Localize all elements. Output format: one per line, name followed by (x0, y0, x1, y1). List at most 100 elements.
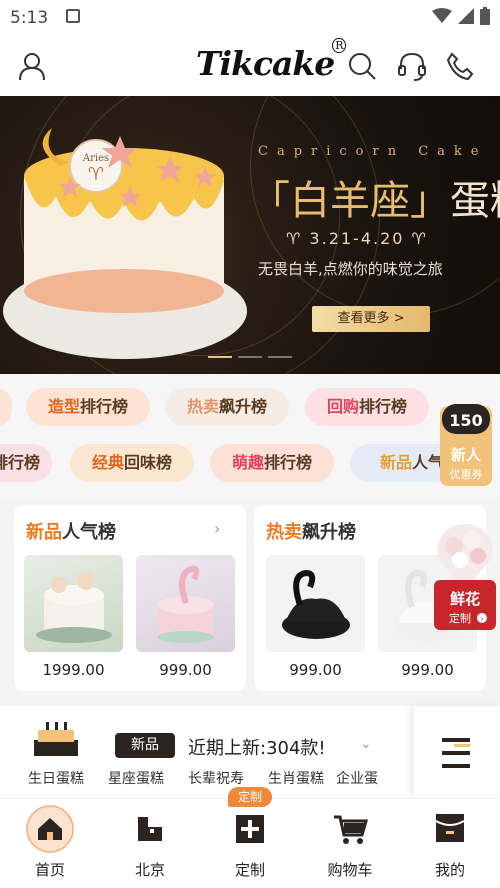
phone-icon[interactable] (444, 50, 476, 82)
new-arrivals-badge: 新品 (115, 733, 175, 758)
view-more-button[interactable]: 查看更多 > (312, 306, 430, 332)
chip-highlight: 萌趣 (231, 453, 264, 472)
card-title-label: 飙升榜 (302, 522, 356, 543)
tab-label: 首页 (34, 861, 65, 879)
chip-label: 排行榜 (80, 397, 129, 416)
top-header: TikcakeR (0, 36, 500, 96)
carousel-dot[interactable] (208, 356, 232, 358)
hero-banner[interactable]: Aries ♈ Capricorn Cake 「白羊座」蛋糕 ♈ 3.21-4.… (0, 96, 500, 374)
headset-icon[interactable] (396, 50, 428, 82)
card-title: 新品人气榜 (26, 518, 116, 544)
banner-title-main: 「白羊座」 (250, 178, 450, 224)
chip-label: 回味榜 (124, 453, 173, 472)
carousel-dot[interactable] (238, 356, 262, 358)
chip-highlight: 新品 (379, 453, 412, 472)
product-image[interactable] (24, 555, 123, 652)
chip-label: 排行榜 (264, 453, 313, 472)
ranking-chip-hot[interactable]: 热卖飙升榜 (165, 388, 289, 426)
product-image[interactable] (266, 555, 365, 652)
category-label: 生肖蛋糕 (268, 771, 324, 787)
tab-label: 北京 (134, 861, 165, 879)
ranking-chips: 造型排行榜 热卖飙升榜 回购排行榜 排行榜 经典回味榜 萌趣排行榜 新品人气 (0, 374, 500, 500)
product-image[interactable] (136, 555, 235, 652)
banner-subtitle: 无畏白羊,点燃你的味觉之旅 (258, 260, 443, 278)
wifi-icon (432, 8, 452, 23)
carousel-indicator (208, 356, 292, 358)
tab-profile[interactable]: 我的 (400, 799, 500, 888)
tab-label: 我的 (434, 861, 465, 879)
category-menu-button[interactable] (414, 706, 500, 798)
product-price: 999.00 (289, 661, 342, 679)
signal-icon (458, 8, 474, 24)
category-label: 长辈祝寿 (188, 771, 244, 787)
logo-text: Tikcake (196, 44, 335, 83)
chip-highlight: 经典 (91, 453, 124, 472)
flower-badge-subtitle: 定制 (449, 611, 471, 625)
card-title-highlight: 新品 (26, 522, 62, 543)
bottom-tab-bar: 首页 北京 定制 定制 购物车 我的 (0, 787, 500, 888)
ranking-chip-repurchase[interactable]: 回购排行榜 (305, 388, 429, 426)
category-birthday[interactable]: 生日蛋糕 (16, 706, 96, 798)
product-price: 1999.00 (42, 661, 105, 679)
cake-icon (34, 722, 78, 756)
chip-highlight: 回购 (326, 397, 359, 416)
city-icon (138, 817, 162, 841)
brand-logo: TikcakeR (196, 38, 348, 83)
registered-mark: R (332, 38, 346, 53)
ranking-chip-shape[interactable]: 造型排行榜 (26, 388, 150, 426)
tab-customize[interactable]: 定制 (200, 799, 300, 888)
carousel-dot[interactable] (268, 356, 292, 358)
menu-icon (442, 738, 470, 768)
flower-custom-badge[interactable]: 鲜花 定制 › (432, 520, 498, 632)
ranking-chip-classic[interactable]: 经典回味榜 (70, 444, 194, 482)
app-root: 5:13 TikcakeR Aries ♈ Capricorn Cake 「白羊… (0, 0, 500, 888)
customize-icon (236, 815, 264, 843)
ranking-chip-cute[interactable]: 萌趣排行榜 (210, 444, 334, 482)
chip-label: 排行榜 (359, 397, 408, 416)
tab-city[interactable]: 北京 (100, 799, 200, 888)
product-price: 999.00 (401, 661, 454, 679)
card-title-highlight: 热卖 (266, 522, 302, 543)
tab-home[interactable]: 首页 (0, 799, 100, 888)
user-icon[interactable] (16, 50, 48, 82)
banner-title: 「白羊座」蛋糕 (250, 168, 500, 226)
customize-badge: 定制 (228, 787, 272, 807)
cake-image: Aries ♈ (3, 128, 247, 359)
category-enterprise[interactable]: 企业蛋 (336, 706, 416, 798)
card-title-label: 人气榜 (62, 522, 116, 543)
banner-title-suffix: 蛋糕 (450, 178, 500, 224)
new-arrivals-text[interactable]: 近期上新:304款! (188, 734, 326, 760)
tab-label: 购物车 (327, 861, 373, 879)
status-bar: 5:13 (0, 0, 500, 36)
notification-icon (66, 9, 80, 23)
profile-icon (435, 814, 465, 842)
chevron-right-icon[interactable]: › (214, 519, 220, 538)
search-icon[interactable] (346, 50, 378, 82)
cart-icon (334, 815, 368, 844)
banner-caption: Capricorn Cake (258, 144, 488, 159)
home-icon (26, 805, 74, 853)
flower-badge-title: 鲜花 (450, 590, 480, 608)
new-products-card[interactable]: 新品人气榜 › 1999.00 999.00 (14, 505, 246, 691)
product-price: 999.00 (159, 661, 212, 679)
coupon-title: 新人 (451, 446, 482, 464)
coupon-badge[interactable]: 150 新人 优惠券 (438, 400, 494, 488)
battery-icon (480, 7, 490, 25)
chip-highlight: 造型 (47, 397, 80, 416)
chevron-down-icon[interactable]: ⌄ (360, 736, 372, 752)
coupon-amount: 150 (449, 411, 482, 430)
category-label: 生日蛋糕 (28, 771, 84, 787)
chip-highlight: 热卖 (186, 397, 219, 416)
status-time: 5:13 (10, 8, 49, 28)
coupon-subtitle: 优惠券 (450, 467, 483, 481)
ranking-chip-partial[interactable]: 排行榜 (0, 444, 52, 482)
card-title: 热卖飙升榜 (266, 518, 356, 544)
chip-label: 飙升榜 (219, 397, 268, 416)
tab-label: 定制 (234, 861, 265, 879)
chip-label: 排行榜 (0, 453, 40, 472)
tab-cart[interactable]: 购物车 (300, 799, 400, 888)
svg-text:›: › (480, 614, 483, 623)
svg-text:♈: ♈ (88, 164, 104, 185)
banner-date: ♈ 3.21-4.20 ♈ (286, 229, 428, 248)
ranking-chip-partial[interactable] (0, 388, 12, 426)
